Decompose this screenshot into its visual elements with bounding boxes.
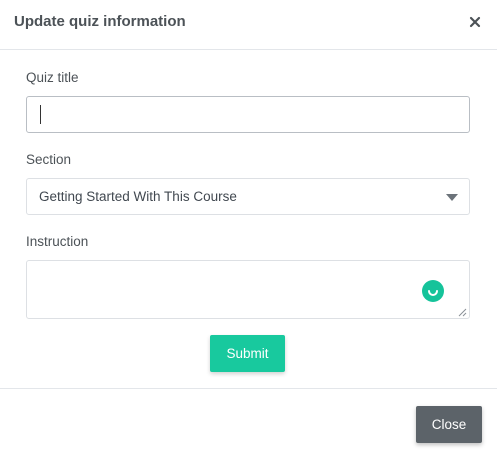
close-button[interactable]: Close: [416, 406, 482, 443]
section-label: Section: [26, 152, 72, 167]
instruction-textarea[interactable]: [26, 260, 470, 319]
section-selected-value: Getting Started With This Course: [39, 189, 237, 204]
update-quiz-modal: Update quiz information Quiz title Secti…: [0, 0, 497, 451]
modal-footer: Close: [0, 388, 497, 451]
resize-handle-icon[interactable]: [457, 307, 467, 317]
submit-button[interactable]: Submit: [210, 335, 285, 372]
quiz-title-label: Quiz title: [26, 70, 79, 85]
grammarly-icon[interactable]: [422, 280, 444, 302]
instruction-label: Instruction: [26, 234, 89, 249]
text-cursor: [40, 105, 41, 124]
quiz-title-input[interactable]: [26, 96, 470, 133]
modal-header: Update quiz information: [0, 0, 497, 50]
close-icon[interactable]: [466, 12, 484, 32]
modal-title: Update quiz information: [14, 13, 186, 30]
chevron-down-icon: [446, 194, 458, 201]
section-select[interactable]: Getting Started With This Course: [26, 178, 470, 215]
